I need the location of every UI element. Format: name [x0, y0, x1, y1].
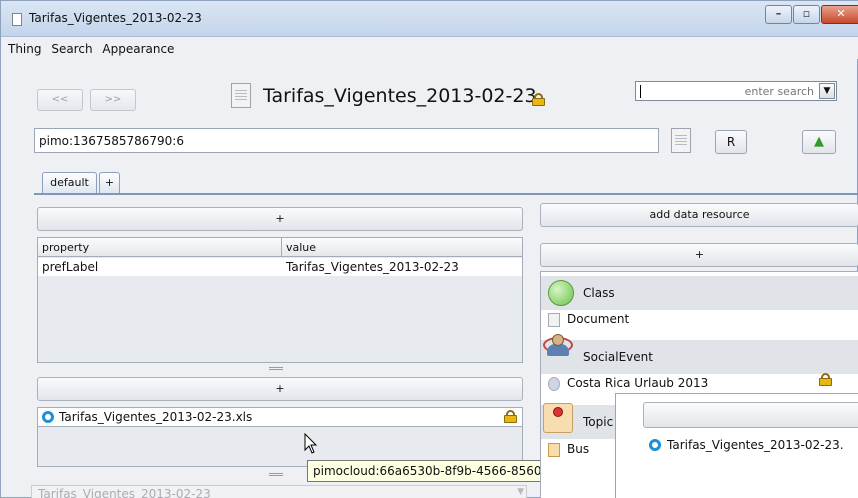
list-item[interactable]: Tarifas_Vigentes_2013-02-23.xls — [37, 407, 523, 427]
table-row[interactable]: prefLabel Tarifas_Vigentes_2013-02-23 — [38, 258, 522, 276]
close-button[interactable]: ✕ — [821, 5, 858, 24]
forward-button[interactable]: >> — [90, 89, 136, 111]
folder-icon — [548, 443, 560, 457]
search-input[interactable] — [644, 83, 814, 99]
section-label: SocialEvent — [583, 350, 653, 364]
properties-table: property value prefLabel Tarifas_Vigente… — [37, 237, 523, 363]
section-class[interactable]: Class — [541, 276, 858, 310]
splitter-handle[interactable] — [269, 367, 283, 370]
resource-title: Tarifas_Vigentes_2013-02-23 — [263, 85, 537, 107]
tab-underline — [34, 193, 858, 195]
document-icon — [671, 128, 691, 153]
close-icon: ✕ — [836, 7, 846, 20]
menu-search[interactable]: Search — [51, 42, 92, 56]
search-dropdown-icon[interactable]: ▼ — [819, 83, 835, 99]
file-name[interactable]: Tarifas_Vigentes_2013-02-23. — [667, 438, 844, 452]
file-name: Tarifas_Vigentes_2013-02-23.xls — [59, 410, 253, 424]
add-relation-button[interactable]: + — [540, 243, 858, 267]
menu-thing[interactable]: Thing — [8, 42, 42, 56]
add-file-button[interactable]: + — [37, 377, 523, 401]
back-button[interactable]: << — [37, 89, 83, 111]
document-icon — [548, 313, 560, 327]
secondary-window-button[interactable] — [643, 402, 858, 428]
menu-appearance[interactable]: Appearance — [102, 42, 174, 56]
cell-property: prefLabel — [42, 260, 99, 274]
document-icon — [231, 83, 251, 108]
menu-bar: Thing Search Appearance — [1, 37, 858, 59]
maximize-button[interactable]: ▫ — [793, 5, 820, 24]
section-label: Class — [583, 286, 615, 300]
people-icon — [548, 377, 560, 391]
green-ball-icon — [548, 280, 574, 306]
maximize-icon: ▫ — [802, 7, 811, 20]
mouse-cursor-icon — [304, 433, 318, 454]
item-label: Document — [567, 312, 630, 326]
pin-icon — [543, 403, 573, 433]
secondary-window: Tarifas_Vigentes_2013-02-23. — [615, 393, 858, 498]
main-window: Tarifas_Vigentes_2013-02-23 – ▫ ✕ Thing … — [0, 0, 858, 498]
lock-icon — [532, 93, 545, 106]
label-combobox: Tarifas_Vigentes_2013-02-23 ▼ — [31, 485, 527, 498]
lock-icon — [504, 410, 517, 423]
chevron-down-icon: ▼ — [517, 487, 524, 497]
add-data-resource-button[interactable]: add data resource — [540, 203, 858, 227]
refresh-button[interactable]: R — [715, 130, 747, 154]
lock-icon — [819, 373, 832, 386]
up-arrow-button[interactable]: ▲ — [802, 130, 836, 154]
title-bar: Tarifas_Vigentes_2013-02-23 – ▫ ✕ — [1, 1, 858, 37]
uri-field[interactable]: pimo:1367585786790:6 — [34, 128, 659, 153]
window-title: Tarifas_Vigentes_2013-02-23 — [29, 11, 202, 25]
item-label: Costa Rica Urlaub 2013 — [567, 376, 709, 390]
cell-value: Tarifas_Vigentes_2013-02-23 — [286, 260, 459, 274]
section-label: Topic — [583, 415, 614, 429]
file-link-icon — [42, 411, 54, 423]
column-header-value[interactable]: value — [286, 241, 316, 254]
add-property-button[interactable]: + — [37, 207, 523, 231]
app-icon — [12, 13, 22, 26]
minimize-button[interactable]: – — [765, 5, 792, 24]
tab-default[interactable]: default — [42, 172, 97, 194]
section-socialevent[interactable]: SocialEvent — [541, 340, 858, 374]
tab-add[interactable]: + — [99, 172, 120, 194]
minimize-icon: – — [775, 7, 782, 20]
item-label: Bus — [567, 442, 590, 456]
table-header: property value — [38, 238, 522, 257]
people-icon — [543, 334, 575, 358]
file-link-icon — [649, 439, 661, 451]
label-combobox-value: Tarifas_Vigentes_2013-02-23 — [38, 487, 211, 498]
search-box[interactable]: ▼ — [635, 81, 837, 101]
splitter-handle[interactable] — [269, 473, 283, 476]
column-header-property[interactable]: property — [42, 241, 89, 254]
